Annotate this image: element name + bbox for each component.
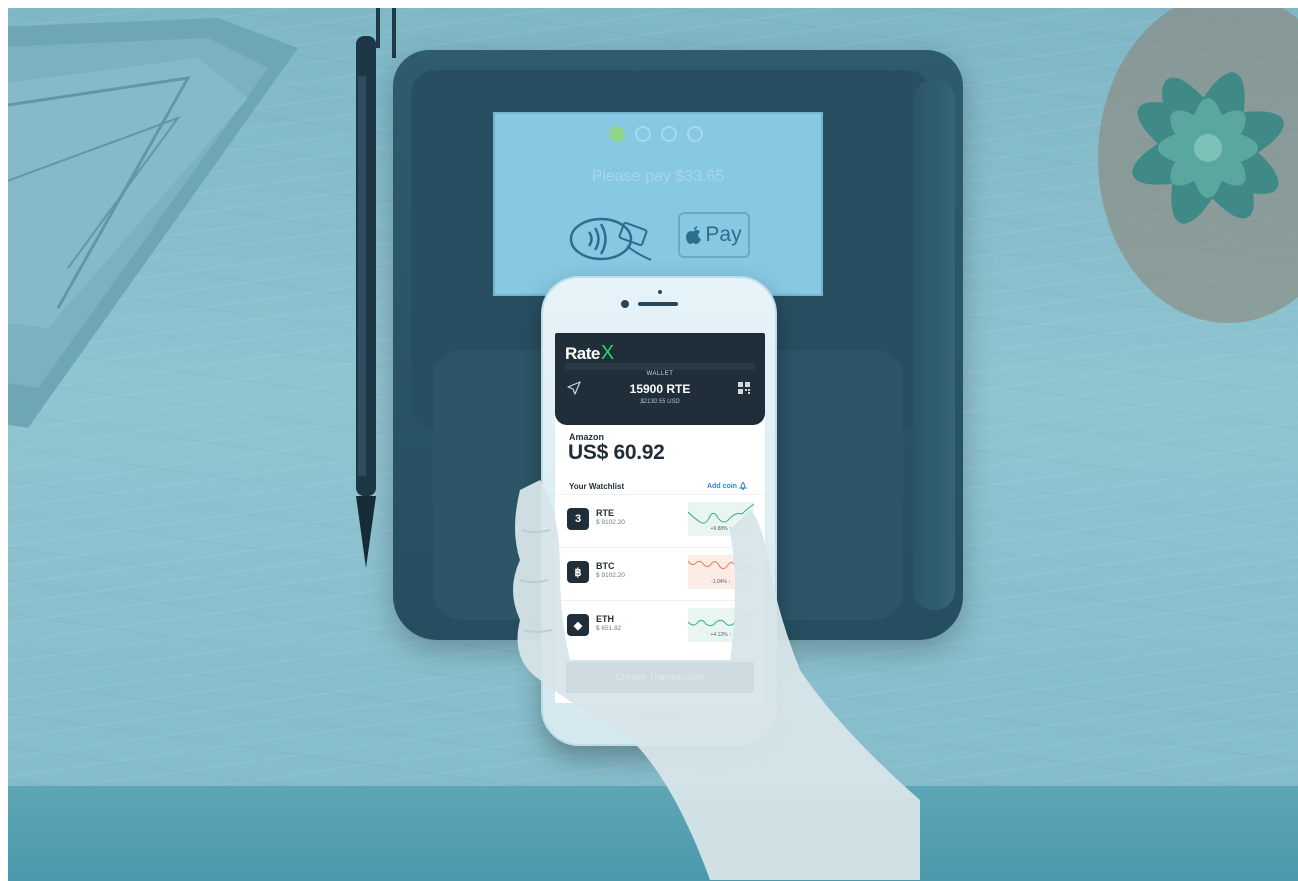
rte-coin-icon: 3 <box>567 508 589 530</box>
phone-camera <box>621 300 629 308</box>
watchlist: 3 RTE $ 9102.20 +9.88% ↑ ฿ BTC $ 9102.20… <box>555 494 765 653</box>
progress-dot-active <box>609 126 625 142</box>
wallet-balance: 15900 RTE <box>629 382 691 396</box>
wallet-header: Rate X WALLET 15900 RTE $2130.55 USD <box>555 333 765 425</box>
coin-price: $ 9102.20 <box>596 572 625 579</box>
payment-prompt: Please pay $33.65 <box>591 168 725 185</box>
coin-row-btc[interactable]: ฿ BTC $ 9102.20 -1.04% ↓ <box>555 547 765 600</box>
payment-total: US$ 60.92 <box>568 441 665 464</box>
apple-logo-icon <box>686 225 702 244</box>
progress-dot <box>661 126 677 142</box>
contactless-icon <box>569 217 652 261</box>
bitcoin-icon: ฿ <box>567 561 589 583</box>
smartphone: Rate X WALLET 15900 RTE $2130.55 USD Ama… <box>541 276 777 746</box>
create-transaction-button[interactable]: Create Transaction <box>566 662 754 693</box>
brand-mark: X <box>600 342 614 364</box>
envelope-stack <box>8 18 298 428</box>
add-coin-button[interactable]: Add coin <box>707 482 747 490</box>
add-coin-label: Add coin <box>707 482 737 490</box>
watchlist-title: Your Watchlist <box>569 482 625 491</box>
brand-text: Rate <box>565 343 600 363</box>
phone-sensor <box>658 290 662 294</box>
card-slot <box>913 80 955 610</box>
coin-stack-icon <box>738 482 747 490</box>
coin-row-rte[interactable]: 3 RTE $ 9102.20 +9.88% ↑ <box>555 494 765 547</box>
succulent-plant <box>1098 8 1298 323</box>
table-edge <box>8 786 1298 881</box>
wallet-usd-value: $2130.55 USD <box>640 399 680 405</box>
terminal-display: Please pay $33.65 Pay <box>493 112 823 296</box>
apple-pay-label: Pay <box>705 223 742 246</box>
coin-row-eth[interactable]: ◆ ETH $ 651.82 +4.12% ↑ <box>555 600 765 653</box>
coin-price: $ 651.82 <box>596 625 622 632</box>
progress-dot <box>687 126 703 142</box>
coin-change: -1.04% ↓ <box>711 579 731 585</box>
ethereum-icon: ◆ <box>567 614 589 636</box>
qr-code-icon[interactable] <box>738 382 750 394</box>
coin-symbol: RTE <box>596 508 614 518</box>
app-logo: Rate X <box>565 342 614 365</box>
wallet-label: WALLET <box>646 371 674 377</box>
coin-change: +4.12% ↑ <box>710 632 732 638</box>
header-divider <box>565 363 755 370</box>
stylus-pen <box>356 36 376 568</box>
coin-symbol: ETH <box>596 614 614 624</box>
coin-change: +9.88% ↑ <box>710 526 732 532</box>
phone-speaker <box>638 302 678 306</box>
progress-dots <box>609 126 703 142</box>
app-screen: Rate X WALLET 15900 RTE $2130.55 USD Ama… <box>555 333 765 703</box>
apple-pay-badge: Pay <box>678 212 750 258</box>
phone-home-indicator <box>641 715 681 719</box>
coin-symbol: BTC <box>596 561 615 571</box>
coin-price: $ 9102.20 <box>596 519 625 526</box>
progress-dot <box>635 126 651 142</box>
